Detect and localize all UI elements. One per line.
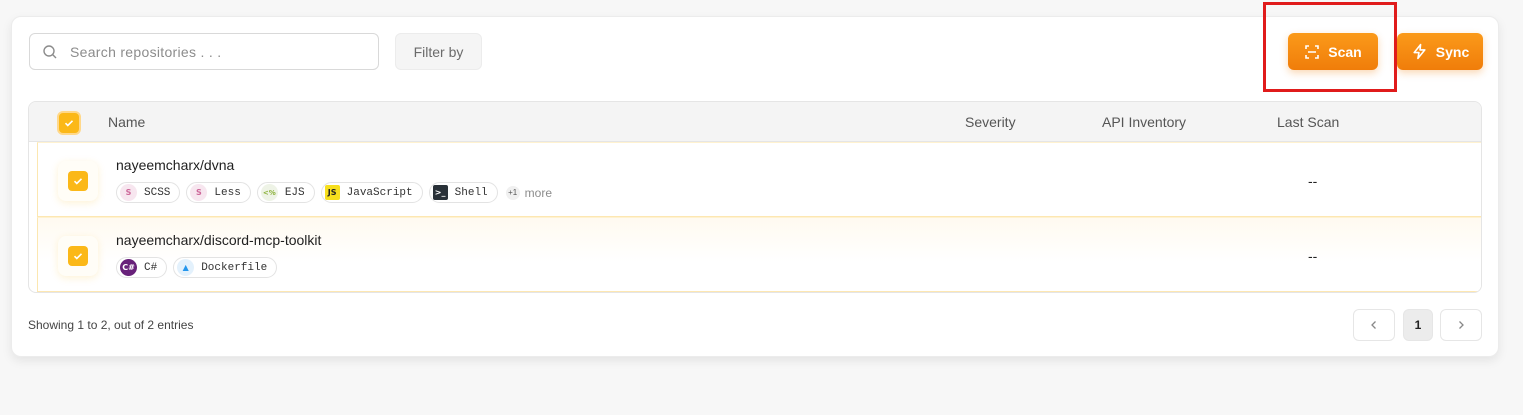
table-row[interactable]: nayeemcharx/dvna S SCSS S Less <% EJS JS… (37, 142, 1481, 217)
tag-label: JavaScript (346, 186, 413, 199)
pagination-summary: Showing 1 to 2, out of 2 entries (28, 318, 194, 332)
sass-icon: S (120, 184, 137, 201)
page-button-1[interactable]: 1 (1403, 309, 1433, 341)
lightning-icon (1413, 43, 1426, 60)
docker-icon: ▲ (177, 259, 195, 276)
column-header-api-inventory[interactable]: API Inventory (1102, 114, 1186, 130)
terminal-icon: >_ (432, 185, 448, 200)
sync-button[interactable]: Sync (1397, 33, 1483, 70)
column-header-last-scan[interactable]: Last Scan (1277, 114, 1339, 130)
language-tags: C# C# ▲ Dockerfile (116, 257, 278, 278)
chevron-right-icon (1459, 321, 1464, 329)
language-tags: S SCSS S Less <% EJS JS JavaScript >_ Sh… (116, 182, 552, 203)
repo-name[interactable]: nayeemcharx/dvna (116, 157, 234, 173)
select-all-checkbox[interactable] (57, 111, 81, 135)
checkbox-checked (68, 171, 88, 191)
sass-icon: S (190, 184, 208, 201)
sync-button-label: Sync (1435, 43, 1470, 60)
tag-label: Dockerfile (201, 261, 268, 274)
check-icon (73, 253, 83, 260)
javascript-icon: JS (324, 185, 340, 200)
check-icon (64, 120, 74, 127)
more-tags-link[interactable]: +1 more (505, 185, 552, 200)
language-tag: C# C# (116, 257, 168, 278)
language-tag: >_ Shell (428, 182, 498, 203)
language-tag: <% EJS (256, 182, 315, 203)
prev-page-button[interactable] (1353, 309, 1395, 341)
check-icon (73, 178, 83, 185)
tag-label: C# (144, 261, 158, 274)
tag-label: SCSS (144, 186, 171, 199)
csharp-icon: C# (120, 259, 137, 276)
last-scan-value: -- (1308, 173, 1318, 189)
language-tag: JS JavaScript (320, 182, 423, 203)
last-scan-value: -- (1308, 248, 1318, 264)
chevron-left-icon (1371, 321, 1376, 329)
tag-label: Less (214, 186, 241, 199)
table-header: Name Severity API Inventory Last Scan (29, 102, 1481, 142)
table-row[interactable]: nayeemcharx/discord-mcp-toolkit C# C# ▲ … (37, 217, 1481, 292)
language-tag: ▲ Dockerfile (173, 257, 278, 278)
search-box[interactable] (29, 33, 379, 70)
row-checkbox[interactable] (58, 236, 98, 276)
language-tag: S SCSS (116, 182, 181, 203)
column-header-severity[interactable]: Severity (965, 114, 1016, 130)
more-count: +1 (505, 185, 520, 200)
search-icon (43, 44, 57, 58)
repo-name[interactable]: nayeemcharx/discord-mcp-toolkit (116, 232, 321, 248)
column-header-name[interactable]: Name (108, 114, 145, 130)
filter-button[interactable]: Filter by (395, 33, 482, 70)
ejs-icon: <% (260, 184, 278, 201)
repositories-table: Name Severity API Inventory Last Scan na… (28, 101, 1482, 293)
tag-label: EJS (284, 186, 305, 199)
scan-highlight-box (1263, 2, 1397, 92)
tag-label: Shell (454, 186, 488, 199)
next-page-button[interactable] (1440, 309, 1482, 341)
row-checkbox[interactable] (58, 161, 98, 201)
more-label: more (524, 185, 552, 200)
language-tag: S Less (186, 182, 251, 203)
search-input[interactable] (70, 43, 350, 60)
repositories-card: Filter by Scan Sync Name Severity API In… (11, 2, 1499, 357)
checkbox-checked (68, 246, 88, 266)
